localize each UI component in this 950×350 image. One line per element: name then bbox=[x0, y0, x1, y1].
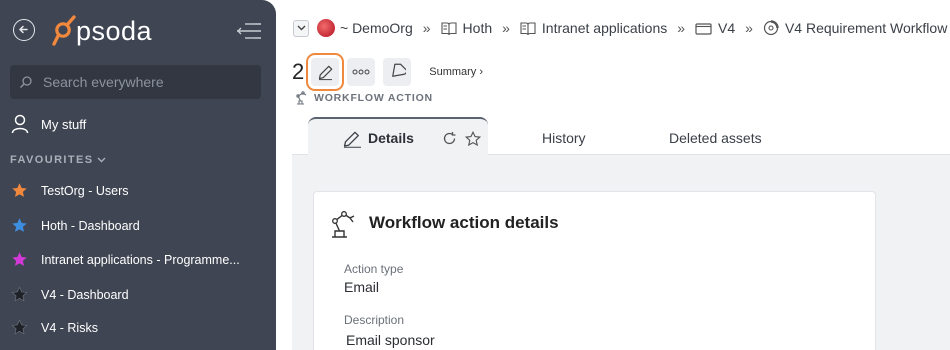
record-number: 2 bbox=[292, 59, 305, 84]
chevron-down-icon bbox=[297, 25, 305, 31]
pencil-icon bbox=[343, 131, 361, 148]
more-dots-icon bbox=[352, 69, 370, 75]
chevron-down-icon bbox=[97, 157, 106, 163]
folder-icon bbox=[695, 22, 712, 35]
edit-button[interactable] bbox=[306, 53, 345, 91]
breadcrumb-item-label: ~ DemoOrg bbox=[340, 20, 413, 36]
tab-details[interactable]: Details bbox=[308, 117, 488, 156]
more-options-button[interactable] bbox=[347, 58, 376, 86]
book-icon bbox=[440, 21, 457, 35]
tab-history[interactable]: History bbox=[542, 130, 586, 146]
back-button[interactable] bbox=[13, 19, 35, 41]
summary-link[interactable]: Summary › bbox=[429, 66, 483, 78]
favourite-item[interactable]: Hoth - Dashboard bbox=[11, 217, 271, 234]
search-icon bbox=[20, 76, 32, 88]
workflow-icon bbox=[763, 20, 779, 36]
record-toolbar: 2 Summary › bbox=[292, 53, 483, 91]
breadcrumb-item-org[interactable]: ~ DemoOrg bbox=[317, 19, 413, 37]
book-icon bbox=[520, 21, 536, 35]
favourite-item[interactable]: Intranet applications - Programme... bbox=[11, 251, 271, 268]
card-title: Workflow action details bbox=[369, 213, 559, 232]
card-header: Workflow action details bbox=[330, 208, 559, 238]
robot-arm-icon bbox=[332, 211, 355, 238]
favourite-item[interactable]: TestOrg - Users bbox=[11, 182, 271, 199]
favourite-item-label: TestOrg - Users bbox=[41, 183, 129, 198]
tag-button[interactable] bbox=[383, 58, 412, 86]
favourite-item[interactable]: V4 - Risks bbox=[11, 319, 271, 336]
favourite-item-label: Intranet applications - Programme... bbox=[41, 252, 240, 267]
star-icon bbox=[12, 218, 27, 232]
breadcrumb-separator: » bbox=[422, 20, 431, 36]
logo-text: psoda bbox=[76, 15, 153, 46]
favourite-item[interactable]: V4 - Dashboard bbox=[11, 286, 271, 303]
favourites-header-label: FAVOURITES bbox=[10, 154, 94, 166]
breadcrumb-item-label: Intranet applications bbox=[541, 20, 668, 36]
tab-details-label: Details bbox=[368, 129, 414, 146]
breadcrumb: ~ DemoOrg » Hoth » Intranet applications… bbox=[293, 19, 947, 37]
action-type-value: Email bbox=[344, 279, 380, 295]
tag-icon bbox=[392, 63, 407, 77]
workflow-action-details-card: Workflow action details Action type Emai… bbox=[313, 191, 876, 350]
user-icon bbox=[11, 114, 29, 134]
description-label: Description bbox=[344, 313, 405, 327]
tab-deleted-assets[interactable]: Deleted assets bbox=[669, 130, 762, 146]
action-type-label: Action type bbox=[344, 262, 404, 276]
favourite-item-label: V4 - Dashboard bbox=[41, 287, 129, 302]
search-input[interactable] bbox=[43, 74, 253, 90]
robot-arm-icon bbox=[296, 91, 307, 105]
sidebar-collapse-button[interactable] bbox=[236, 21, 262, 46]
breadcrumb-item-label: V4 Requirement Workflow bbox=[784, 20, 948, 36]
tab-actions bbox=[442, 131, 481, 147]
record-type-label: WORKFLOW ACTION bbox=[295, 90, 433, 105]
breadcrumb-dropdown-button[interactable] bbox=[293, 19, 309, 37]
star-icon bbox=[12, 252, 27, 266]
description-value: Email sponsor bbox=[346, 332, 435, 348]
org-avatar bbox=[317, 19, 335, 37]
star-icon bbox=[12, 183, 27, 197]
breadcrumb-item-v4[interactable]: V4 bbox=[695, 20, 735, 36]
breadcrumb-separator: » bbox=[677, 20, 686, 36]
refresh-icon[interactable] bbox=[442, 131, 457, 146]
breadcrumb-item-hoth[interactable]: Hoth bbox=[440, 20, 493, 36]
star-icon bbox=[11, 286, 28, 302]
breadcrumb-item-workflow[interactable]: V4 Requirement Workflow bbox=[763, 20, 947, 36]
arrow-left-icon bbox=[18, 25, 28, 34]
breadcrumb-separator: » bbox=[502, 20, 510, 36]
favourites-header[interactable]: FAVOURITES bbox=[10, 154, 106, 166]
star-icon bbox=[11, 319, 28, 335]
pencil-icon bbox=[318, 65, 333, 80]
search-box[interactable] bbox=[10, 65, 261, 99]
favourite-item-label: V4 - Risks bbox=[41, 320, 98, 335]
logo-mark bbox=[52, 15, 76, 46]
psoda-logo[interactable]: psoda bbox=[50, 13, 152, 49]
breadcrumb-item-label: Hoth bbox=[462, 20, 493, 36]
sidebar: psoda My stuff FAVOURITES TestOrg - User bbox=[0, 0, 276, 350]
menu-collapse-icon bbox=[237, 23, 261, 39]
breadcrumb-separator: » bbox=[745, 20, 753, 36]
breadcrumb-item-intranet[interactable]: Intranet applications bbox=[520, 20, 667, 36]
my-stuff-link[interactable]: My stuff bbox=[11, 114, 86, 134]
my-stuff-label: My stuff bbox=[41, 116, 87, 132]
favourite-item-label: Hoth - Dashboard bbox=[41, 218, 140, 233]
star-outline-icon[interactable] bbox=[465, 131, 481, 147]
breadcrumb-item-label: V4 bbox=[718, 20, 736, 36]
record-type-text: WORKFLOW ACTION bbox=[314, 91, 433, 104]
